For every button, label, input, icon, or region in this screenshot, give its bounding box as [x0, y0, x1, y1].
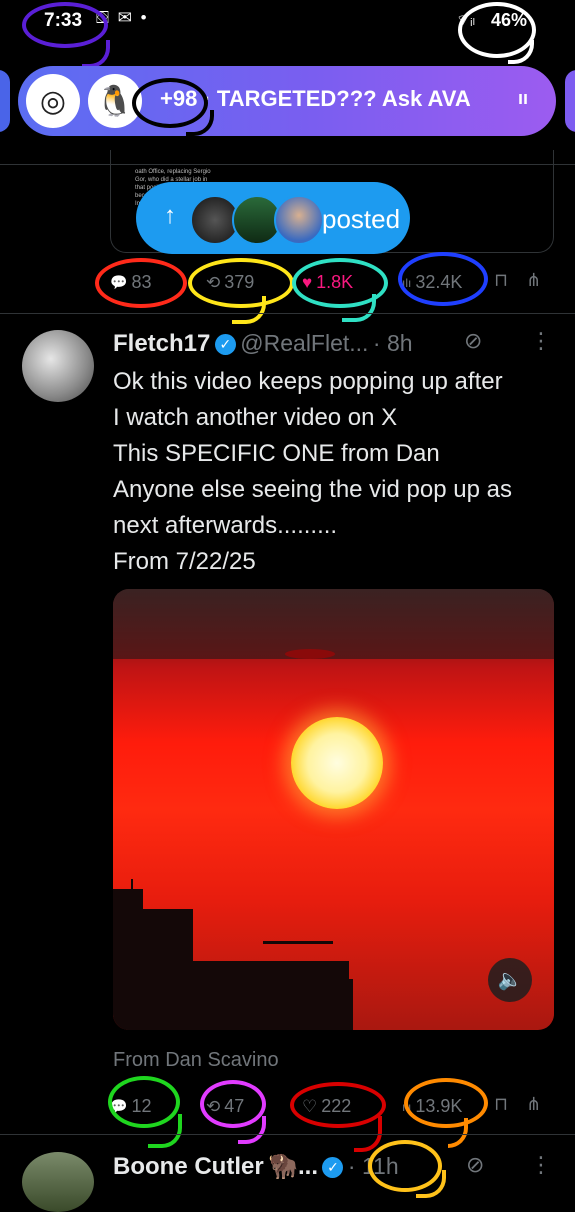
video-sky-top — [113, 589, 554, 659]
tweet-text-line: From 7/22/25 — [113, 548, 256, 575]
next-space-pill[interactable] — [565, 70, 575, 132]
author-name[interactable]: Fletch17 — [113, 330, 210, 357]
posted-label: posted — [322, 204, 401, 234]
annotation-tail-replies — [148, 1114, 182, 1148]
share-button[interactable]: ⋔ — [526, 1094, 541, 1115]
video-building — [323, 979, 353, 1030]
annotation-circle-views — [404, 1078, 488, 1128]
space-title-text: TARGETED??? Ask AVA — [216, 86, 471, 111]
tweet-header: Boone Cutler 🦬... ✓ · 11h — [113, 1152, 399, 1181]
live-audio-icon: ıı — [517, 88, 528, 108]
tweet-text-line: next afterwards......... — [113, 512, 338, 539]
volume-icon[interactable]: 🔈 — [488, 958, 532, 1002]
video-building — [159, 961, 349, 1030]
share-button[interactable]: ⋔ — [526, 270, 541, 291]
author-avatar[interactable] — [22, 330, 94, 402]
bookmark-icon: ⊓ — [494, 270, 509, 290]
bookmark-button[interactable]: ⊓ — [494, 1094, 508, 1115]
divider — [0, 164, 575, 165]
video-crane — [263, 941, 333, 944]
space-host-avatar: ◎ — [26, 74, 80, 128]
annotation-circle-replies — [95, 258, 187, 308]
tweet-time[interactable]: · 8h — [373, 330, 413, 356]
new-posts-pill[interactable]: ↑ posted — [136, 182, 410, 254]
share-icon: ⋔ — [526, 270, 542, 290]
share-icon: ⋔ — [526, 1094, 542, 1114]
author-name[interactable]: Boone Cutler — [113, 1153, 264, 1180]
bookmark-button[interactable]: ⊓ — [494, 270, 508, 291]
tweet-text-line: This SPECIFIC ONE from Dan — [113, 440, 440, 467]
divider — [0, 1134, 575, 1135]
video-cloud — [285, 649, 335, 659]
author-handle[interactable]: @RealFlet... — [240, 330, 368, 356]
verified-badge-icon: ✓ — [322, 1157, 344, 1178]
more-options-icon[interactable]: ⋮ — [530, 1152, 552, 1178]
spaces-live-bar[interactable]: ◎ 🐧 +98 · TARGETED??? Ask AVA ıı — [18, 66, 556, 136]
tweet-header: Fletch17 ✓ @RealFlet... · 8h — [113, 330, 413, 358]
divider — [0, 313, 575, 314]
annotation-tail-likes — [342, 294, 376, 322]
annotation-tail-reposts — [238, 1116, 266, 1144]
previous-space-pill[interactable] — [0, 70, 10, 132]
annotation-tail-time — [82, 40, 110, 68]
tweet-text-line: Ok this video keeps popping up after — [113, 368, 503, 395]
author-avatar[interactable] — [22, 1152, 94, 1212]
poster-avatar-3 — [274, 195, 324, 245]
bookmark-icon: ⊓ — [494, 1094, 509, 1114]
annotation-tail-views — [448, 1118, 468, 1148]
verified-badge-icon: ✓ — [214, 334, 236, 355]
more-options-icon[interactable]: ⋮ — [530, 328, 552, 354]
annotation-tail-battery — [508, 40, 534, 64]
tweet-video[interactable]: 🔈 — [113, 589, 554, 1030]
tweet-text-line: Anyone else seeing the vid pop up as — [113, 476, 512, 503]
annotation-tail-time — [416, 1170, 446, 1198]
grok-icon[interactable]: ⊘ — [464, 328, 482, 354]
arrow-up-icon: ↑ — [164, 202, 176, 229]
grok-icon[interactable]: ⊘ — [466, 1152, 484, 1178]
video-crane — [131, 879, 133, 919]
video-sun — [291, 717, 383, 809]
author-name-suffix: 🦬... — [268, 1153, 319, 1180]
annotation-tail-reposts — [232, 296, 266, 324]
annotation-circle-views — [398, 252, 488, 306]
tweet-text-line: I watch another video on X — [113, 404, 398, 431]
media-caption: From Dan Scavino — [113, 1049, 279, 1071]
